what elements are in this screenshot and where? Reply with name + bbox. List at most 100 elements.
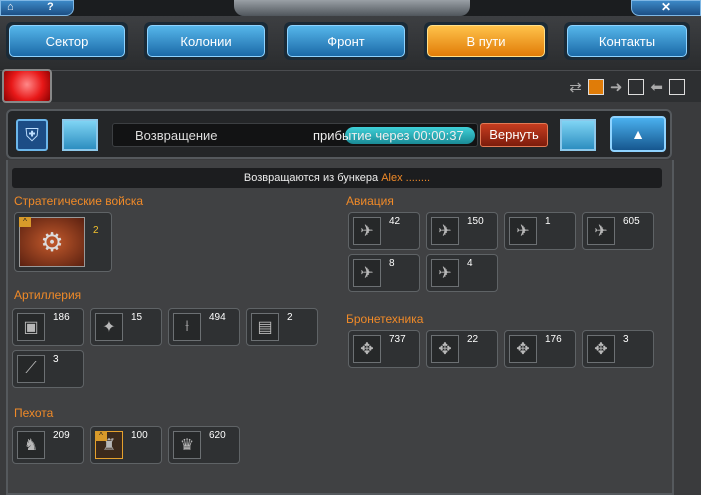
unit-card[interactable]: ▣ 186 bbox=[12, 308, 84, 346]
aircraft-unit-icon: ✈ bbox=[431, 259, 459, 287]
aircraft-unit-icon: ✈ bbox=[431, 217, 459, 245]
unit-card[interactable]: ✈ 8 bbox=[348, 254, 420, 292]
shield-icon: ⛨ bbox=[16, 119, 48, 151]
view-option-incoming[interactable] bbox=[669, 79, 685, 95]
content-panel: Стратегические войска ⚙ ^ 2 Артиллерия ▣… bbox=[6, 160, 674, 495]
unit-card-strategic[interactable]: ⚙ ^ 2 bbox=[14, 212, 112, 272]
unit-card[interactable]: ✈ 605 bbox=[582, 212, 654, 250]
tool-row: ⇄ ➜ ⬅ bbox=[0, 69, 701, 103]
unit-count: 186 bbox=[53, 312, 70, 323]
unit-card[interactable]: ♜ ^ 100 bbox=[90, 426, 162, 464]
unit-count: 1 bbox=[545, 216, 551, 227]
vehicle-unit-icon: ✥ bbox=[509, 335, 537, 363]
arrow-right-icon: ➜ bbox=[609, 79, 623, 96]
tab-label: Сектор bbox=[9, 25, 125, 57]
tab-label: Фронт bbox=[287, 25, 405, 57]
unit-count: 3 bbox=[623, 334, 629, 345]
help-icon[interactable]: ? bbox=[47, 1, 54, 13]
tab-label: Колонии bbox=[147, 25, 265, 57]
unit-card[interactable]: ✈ 150 bbox=[426, 212, 498, 250]
close-icon[interactable]: ✕ bbox=[631, 0, 701, 16]
status-label: Возвращение bbox=[135, 128, 218, 143]
unit-card[interactable]: ✈ 4 bbox=[426, 254, 498, 292]
unit-count: 15 bbox=[131, 312, 143, 323]
tab-label: Контакты bbox=[567, 25, 687, 57]
player-name-link[interactable]: Alex ........ bbox=[381, 172, 430, 184]
unit-count: 2 bbox=[93, 225, 99, 236]
section-title-artillery: Артиллерия bbox=[14, 288, 82, 302]
rank-badge-icon: ^ bbox=[19, 217, 31, 227]
tab-front[interactable]: Фронт bbox=[284, 22, 408, 60]
unit-count: 737 bbox=[389, 334, 406, 345]
artillery-unit-icon: ⟊ bbox=[173, 313, 201, 341]
unit-card[interactable]: ♛ 620 bbox=[168, 426, 240, 464]
unit-count: 605 bbox=[623, 216, 640, 227]
aircraft-unit-icon: ✈ bbox=[587, 217, 615, 245]
infantry-unit-icon: ♞ bbox=[17, 431, 45, 459]
view-controls: ⇄ ➜ ⬅ bbox=[569, 78, 685, 96]
eta-label: прибытие через 00:00:37 bbox=[313, 128, 464, 143]
destination-planet-thumb[interactable] bbox=[560, 119, 596, 151]
view-option-outgoing[interactable] bbox=[628, 79, 645, 95]
unit-card[interactable]: ▤ 2 bbox=[246, 308, 318, 346]
transit-status-bar: ⛨ Возвращение прибытие через 00:00:37 Ве… bbox=[6, 109, 672, 159]
unit-card[interactable]: ✈ 42 bbox=[348, 212, 420, 250]
unit-count: 2 bbox=[287, 312, 293, 323]
unit-count: 3 bbox=[53, 354, 59, 365]
alert-icon[interactable] bbox=[2, 69, 52, 103]
unit-card[interactable]: ✥ 22 bbox=[426, 330, 498, 368]
unit-count: 494 bbox=[209, 312, 226, 323]
unit-count: 150 bbox=[467, 216, 484, 227]
view-option-selected[interactable] bbox=[587, 79, 604, 95]
artillery-unit-icon: ▤ bbox=[251, 313, 279, 341]
unit-count: 620 bbox=[209, 430, 226, 441]
revert-button[interactable]: Вернуть bbox=[480, 123, 548, 147]
app-window: ⌂ ? ✕ Сектор Колонии Фронт В пути Контак… bbox=[0, 0, 701, 495]
origin-planet-thumb[interactable] bbox=[62, 119, 98, 151]
tab-in-transit[interactable]: В пути bbox=[424, 22, 548, 60]
unit-count: 4 bbox=[467, 258, 473, 269]
aircraft-unit-icon: ✈ bbox=[353, 217, 381, 245]
section-title-strategic: Стратегические войска bbox=[14, 194, 144, 208]
nav-bar: Сектор Колонии Фронт В пути Контакты bbox=[0, 16, 701, 70]
unit-card[interactable]: ✥ 176 bbox=[504, 330, 576, 368]
artillery-unit-icon: ⟋ bbox=[17, 355, 45, 383]
top-center-decoration bbox=[234, 0, 470, 16]
aircraft-unit-icon: ✈ bbox=[509, 217, 537, 245]
progress-track: Возвращение прибытие через 00:00:37 bbox=[112, 123, 478, 147]
infantry-unit-icon: ♛ bbox=[173, 431, 201, 459]
collapse-up-icon[interactable]: ▲ bbox=[610, 116, 666, 152]
unit-card[interactable]: ⟊ 494 bbox=[168, 308, 240, 346]
artillery-unit-icon: ▣ bbox=[17, 313, 45, 341]
unit-count: 176 bbox=[545, 334, 562, 345]
tab-colonies[interactable]: Колонии bbox=[144, 22, 268, 60]
unit-count: 8 bbox=[389, 258, 395, 269]
unit-card[interactable]: ♞ 209 bbox=[12, 426, 84, 464]
tab-sector[interactable]: Сектор bbox=[6, 22, 128, 60]
vehicle-unit-icon: ✥ bbox=[587, 335, 615, 363]
vehicle-unit-icon: ✥ bbox=[353, 335, 381, 363]
vehicle-unit-icon: ✥ bbox=[431, 335, 459, 363]
tab-contacts[interactable]: Контакты bbox=[564, 22, 690, 60]
unit-count: 100 bbox=[131, 430, 148, 441]
swap-icon[interactable]: ⇄ bbox=[569, 78, 582, 96]
arrow-left-icon: ⬅ bbox=[650, 79, 663, 96]
unit-card[interactable]: ✥ 3 bbox=[582, 330, 654, 368]
subheader: Возвращаются из бункера Alex ........ bbox=[12, 168, 662, 188]
unit-card[interactable]: ✈ 1 bbox=[504, 212, 576, 250]
unit-card[interactable]: ✦ 15 bbox=[90, 308, 162, 346]
unit-count: 22 bbox=[467, 334, 479, 345]
unit-card[interactable]: ✥ 737 bbox=[348, 330, 420, 368]
subheader-text: Возвращаются из бункера bbox=[243, 172, 379, 184]
rank-badge-icon: ^ bbox=[95, 431, 107, 441]
section-title-aviation: Авиация bbox=[346, 194, 394, 208]
section-title-armor: Бронетехника bbox=[346, 312, 424, 326]
tab-label: В пути bbox=[427, 25, 545, 57]
home-icon[interactable]: ⌂ bbox=[7, 1, 14, 13]
section-title-infantry: Пехота bbox=[14, 406, 54, 420]
top-left-controls: ⌂ ? bbox=[0, 0, 74, 16]
artillery-unit-icon: ✦ bbox=[95, 313, 123, 341]
unit-count: 209 bbox=[53, 430, 70, 441]
unit-card[interactable]: ⟋ 3 bbox=[12, 350, 84, 388]
aircraft-unit-icon: ✈ bbox=[353, 259, 381, 287]
